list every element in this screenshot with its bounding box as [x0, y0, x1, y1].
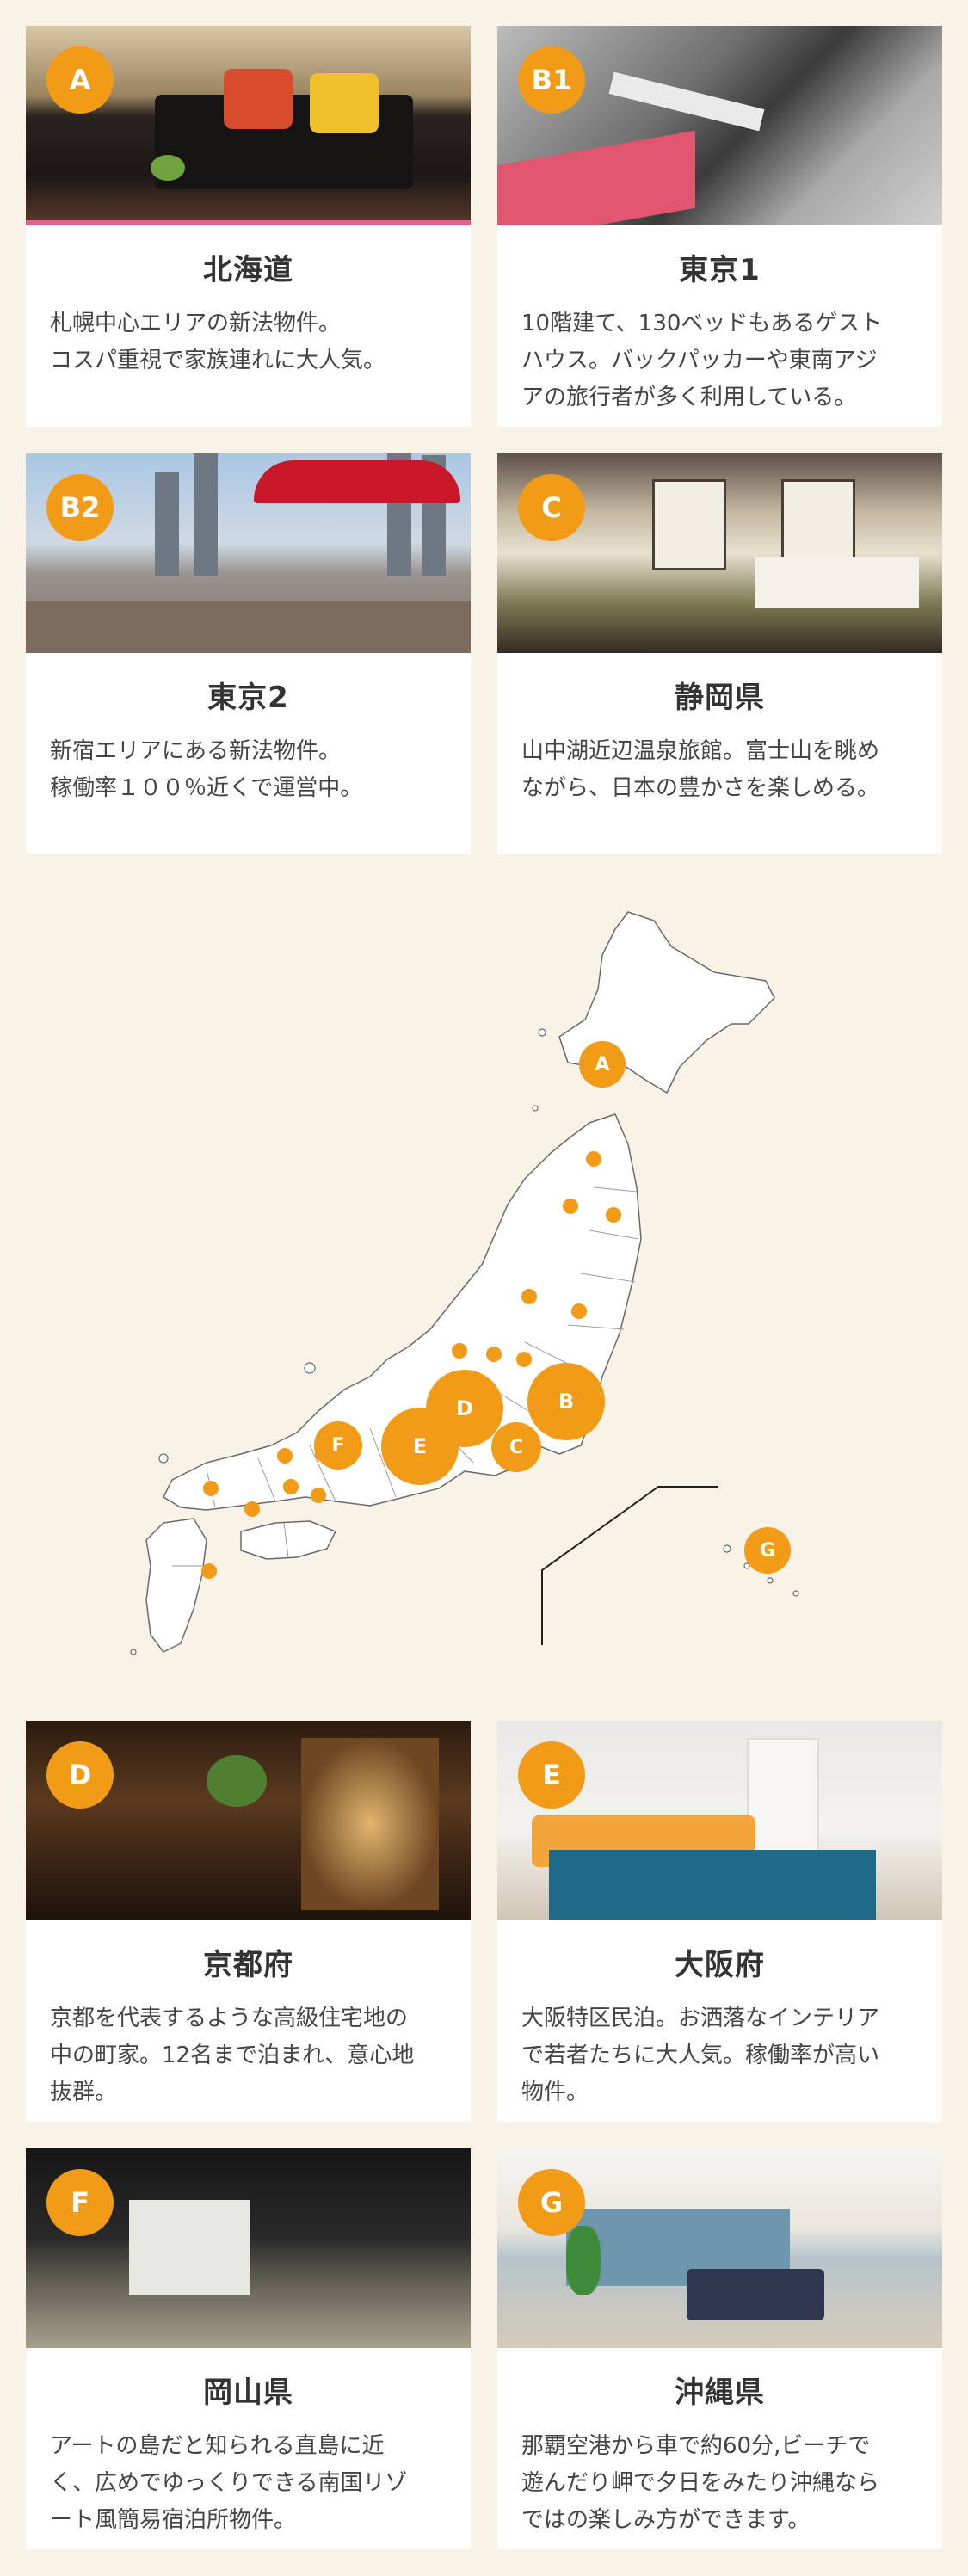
property-card-tokyo2[interactable]: B2 東京2 新宿エリアにある新法物件。 稼働率１００％近くで運営中。 — [26, 453, 471, 854]
property-description: 大阪特区民泊。お洒落なインテリア で若者たちに大人気。稼働率が高い 物件。 — [521, 2006, 880, 2105]
location-badge: E — [518, 1741, 585, 1809]
property-title: 岡山県 — [203, 2376, 293, 2410]
map-marker-b[interactable]: B — [527, 1363, 605, 1440]
property-card-shizuoka[interactable]: C 静岡県 山中湖近辺温泉旅館。富士山を眺め ながら、日本の豊かさを楽しめる。 — [497, 453, 942, 854]
location-badge: G — [518, 2169, 585, 2236]
map-marker-c[interactable]: C — [491, 1422, 541, 1472]
map-location-dot — [201, 1563, 217, 1579]
location-badge: A — [46, 46, 114, 114]
property-card-okinawa[interactable]: G 沖縄県 那覇空港から車で約60分,ビーチで 遊んだり岬で夕日をみたり沖縄なら… — [497, 2148, 942, 2549]
property-description: アートの島だと知られる直島に近 く、広めでゆっくりできる南国リゾ ート風簡易宿泊… — [50, 2433, 408, 2533]
map-location-dot — [277, 1448, 293, 1464]
property-description: 札幌中心エリアの新法物件。 コスパ重視で家族連れに大人気。 — [50, 311, 386, 373]
map-location-dot — [311, 1488, 326, 1503]
location-badge: B1 — [518, 46, 585, 114]
japan-map: A B C D E F G — [112, 895, 852, 1669]
map-location-dot — [571, 1303, 587, 1319]
location-badge: B2 — [46, 474, 114, 541]
map-location-dot — [586, 1151, 601, 1167]
map-marker-a[interactable]: A — [579, 1041, 626, 1088]
property-title: 京都府 — [203, 1948, 293, 1982]
map-location-dot — [563, 1199, 578, 1214]
property-grid-bottom: D 京都府 京都を代表するような高級住宅地の 中の町家。12名まで泊まれ、意心地… — [26, 1721, 942, 2549]
property-photo-okinawa: G — [497, 2148, 942, 2348]
property-title: 東京1 — [679, 253, 761, 287]
map-location-dot — [606, 1207, 621, 1223]
property-photo-shizuoka: C — [497, 453, 942, 653]
property-card-okayama[interactable]: F 岡山県 アートの島だと知られる直島に近 く、広めでゆっくりできる南国リゾ ー… — [26, 2148, 471, 2549]
property-title: 東京2 — [207, 681, 289, 715]
japan-map-outline — [130, 911, 799, 1655]
property-photo-tokyo2: B2 — [26, 453, 471, 653]
map-location-dot — [516, 1352, 532, 1367]
property-card-hokkaido[interactable]: A 北海道 札幌中心エリアの新法物件。 コスパ重視で家族連れに大人気。 — [26, 26, 471, 427]
property-description: 10階建て、130ベッドもあるゲスト ハウス。バックパッカーや東南アジ アの旅行… — [521, 311, 883, 410]
property-description: 新宿エリアにある新法物件。 稼働率１００％近くで運営中。 — [50, 738, 363, 801]
property-photo-tokyo1: B1 — [497, 26, 942, 225]
property-title: 沖縄県 — [675, 2376, 765, 2410]
property-photo-osaka: E — [497, 1721, 942, 1920]
location-badge: D — [46, 1741, 114, 1809]
location-badge: C — [518, 474, 585, 541]
map-location-dot — [452, 1343, 467, 1359]
property-photo-kyoto: D — [26, 1721, 471, 1920]
property-title: 静岡県 — [675, 681, 765, 715]
property-photo-okayama: F — [26, 2148, 471, 2348]
property-description: 那覇空港から車で約60分,ビーチで 遊んだり岬で夕日をみたり沖縄なら ではの楽し… — [521, 2433, 880, 2533]
property-title: 大阪府 — [675, 1948, 765, 1982]
map-marker-g[interactable]: G — [744, 1527, 791, 1574]
map-location-dot — [521, 1289, 537, 1304]
property-description: 京都を代表するような高級住宅地の 中の町家。12名まで泊まれ、意心地 抜群。 — [50, 2006, 415, 2105]
property-grid-top: A 北海道 札幌中心エリアの新法物件。 コスパ重視で家族連れに大人気。 B1 東… — [26, 26, 942, 854]
property-title: 北海道 — [203, 253, 293, 287]
property-card-tokyo1[interactable]: B1 東京1 10階建て、130ベッドもあるゲスト ハウス。バックパッカーや東南… — [497, 26, 942, 427]
map-location-dot — [244, 1501, 260, 1517]
property-card-kyoto[interactable]: D 京都府 京都を代表するような高級住宅地の 中の町家。12名まで泊まれ、意心地… — [26, 1721, 471, 2122]
map-location-dot — [203, 1481, 219, 1496]
map-marker-f[interactable]: F — [314, 1421, 362, 1470]
property-card-osaka[interactable]: E 大阪府 大阪特区民泊。お洒落なインテリア で若者たちに大人気。稼働率が高い … — [497, 1721, 942, 2122]
location-badge: F — [46, 2169, 114, 2236]
map-location-dot — [486, 1347, 502, 1362]
map-marker-e[interactable]: E — [381, 1408, 459, 1485]
property-description: 山中湖近辺温泉旅館。富士山を眺め ながら、日本の豊かさを楽しめる。 — [521, 738, 880, 801]
map-location-dot — [283, 1479, 299, 1494]
property-photo-hokkaido: A — [26, 26, 471, 225]
